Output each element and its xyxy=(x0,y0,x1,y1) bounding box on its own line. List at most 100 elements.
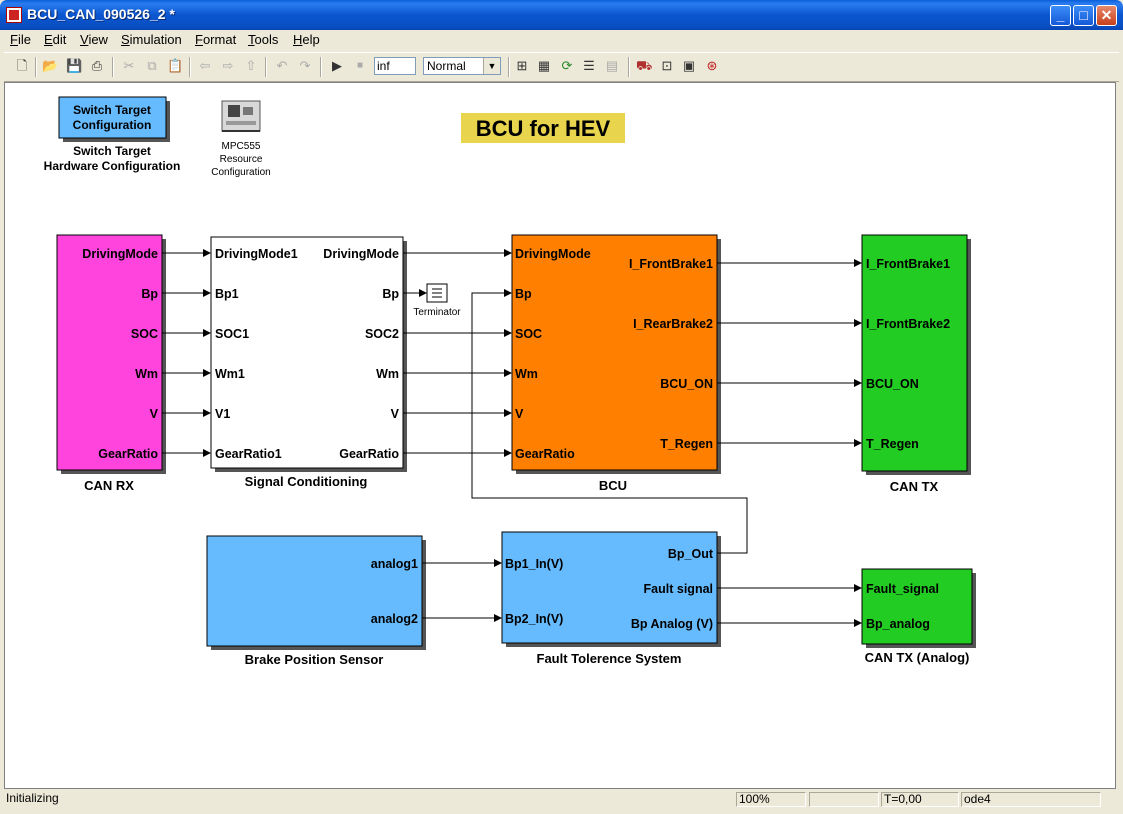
can-rx-out-v: V xyxy=(150,407,159,421)
window-title: BCU_CAN_090526_2 * xyxy=(27,6,175,22)
bcu-out-bcu-on: BCU_ON xyxy=(660,377,713,391)
sc-in-bp1: Bp1 xyxy=(215,287,239,301)
terminator-label: Terminator xyxy=(413,307,461,318)
status-empty-field xyxy=(809,792,879,807)
sc-in-soc1: SOC1 xyxy=(215,327,249,341)
bcu-block[interactable]: DrivingMode Bp SOC Wm V GearRatio I_Fron… xyxy=(511,234,721,474)
mpc555-caption-line1: MPC555 xyxy=(222,141,261,152)
can-rx-out-drivingmode: DrivingMode xyxy=(82,247,158,261)
status-bar: Initializing 100% T=0,00 ode4 xyxy=(4,790,1119,810)
menu-view[interactable]: View xyxy=(80,32,108,47)
minimize-button[interactable]: _ xyxy=(1050,5,1071,26)
fts-in-bp2: Bp2_In(V) xyxy=(505,612,563,626)
can-rx-out-gearratio: GearRatio xyxy=(98,447,158,461)
model-canvas[interactable]: Switch Target Configuration Switch Targe… xyxy=(4,82,1116,789)
simulation-mode-value: Normal xyxy=(427,59,466,73)
menu-tools[interactable]: Tools xyxy=(248,32,278,47)
can-tx-in-bcu-on: BCU_ON xyxy=(866,377,919,391)
zoom-level: 100% xyxy=(736,792,806,807)
fault-tolerance-block[interactable]: Bp1_In(V) Bp2_In(V) Bp_Out Fault signal … xyxy=(501,531,721,647)
chevron-down-icon: ▼ xyxy=(483,58,500,74)
can-tx-in-t-regen: T_Regen xyxy=(866,437,919,451)
fts-out-bp-out: Bp_Out xyxy=(668,547,714,561)
sc-in-gearratio1: GearRatio1 xyxy=(215,447,282,461)
bps-out-analog2: analog2 xyxy=(371,612,418,626)
signal-conditioning-block[interactable]: DrivingMode1 Bp1 SOC1 Wm1 V1 GearRatio1 … xyxy=(210,236,407,472)
switch-target-caption-line1: Switch Target xyxy=(73,144,151,158)
forward-icon[interactable]: ⇨ xyxy=(220,58,236,74)
terminator-block[interactable] xyxy=(426,283,448,303)
paste-icon[interactable]: 📋 xyxy=(167,58,183,74)
solver-name: ode4 xyxy=(961,792,1101,807)
bcu-label: BCU xyxy=(599,478,627,493)
can-tx-analog-in-fault-signal: Fault_signal xyxy=(866,582,939,596)
stop-time-input[interactable] xyxy=(374,57,416,75)
can-tx-analog-block[interactable]: Fault_signal Bp_analog xyxy=(861,568,976,648)
stop-icon[interactable]: ■ xyxy=(352,58,368,74)
model-explorer-icon[interactable]: ▤ xyxy=(604,58,620,74)
mpc555-caption-line2: Resource xyxy=(220,154,263,165)
can-tx-analog-in-bp-analog: Bp_analog xyxy=(866,617,930,631)
bps-out-analog1: analog1 xyxy=(371,557,418,571)
debugger-icon[interactable]: ⛟ xyxy=(636,58,652,74)
brake-position-sensor-block[interactable]: analog1 analog2 xyxy=(206,535,426,650)
bcu-in-soc: SOC xyxy=(515,327,542,341)
switch-target-block[interactable]: Switch Target Configuration xyxy=(58,96,170,142)
maximize-button[interactable]: □ xyxy=(1073,5,1094,26)
open-icon[interactable]: 📂 xyxy=(42,58,58,74)
sc-out-v: V xyxy=(391,407,400,421)
bcu-in-drivingmode: DrivingMode xyxy=(515,247,591,261)
bcu-in-wm: Wm xyxy=(515,367,538,381)
title-bar[interactable]: BCU_CAN_090526_2 * _ □ ✕ xyxy=(0,0,1123,30)
fixed-point-icon[interactable]: ⊛ xyxy=(704,58,720,74)
copy-icon[interactable]: ⧉ xyxy=(144,58,160,74)
status-message: Initializing xyxy=(6,791,59,805)
update-diagram-icon[interactable]: ⟳ xyxy=(559,58,575,74)
undo-icon[interactable]: ↶ xyxy=(274,58,290,74)
menu-simulation[interactable]: Simulation xyxy=(121,32,182,47)
can-rx-block[interactable]: DrivingMode Bp SOC Wm V GearRatio xyxy=(56,234,166,474)
incremental-build-icon[interactable]: ▦ xyxy=(536,58,552,74)
simulation-mode-select[interactable]: Normal ▼ xyxy=(423,57,501,75)
can-rx-out-soc: SOC xyxy=(131,327,158,341)
can-tx-in-i-frontbrake2: I_FrontBrake2 xyxy=(866,317,950,331)
bcu-in-bp: Bp xyxy=(515,287,532,301)
sc-out-bp: Bp xyxy=(382,287,399,301)
fts-out-bp-analog: Bp Analog (V) xyxy=(631,617,713,631)
brake-position-sensor-label: Brake Position Sensor xyxy=(245,652,384,667)
save-icon[interactable]: 💾 xyxy=(66,58,82,74)
new-icon[interactable]: 🗋 xyxy=(14,58,30,74)
model-advisor-icon[interactable]: ⊡ xyxy=(659,58,675,74)
can-tx-block[interactable]: I_FrontBrake1 I_FrontBrake2 BCU_ON T_Reg… xyxy=(861,234,971,475)
sc-out-gearratio: GearRatio xyxy=(339,447,399,461)
back-icon[interactable]: ⇦ xyxy=(197,58,213,74)
redo-icon[interactable]: ↷ xyxy=(297,58,313,74)
simulink-app-icon xyxy=(6,7,22,23)
bcu-out-i-rearbrake2: I_RearBrake2 xyxy=(633,317,713,331)
close-button[interactable]: ✕ xyxy=(1096,5,1117,26)
menu-format[interactable]: Format xyxy=(195,32,236,47)
library-browser-icon[interactable]: ☰ xyxy=(581,58,597,74)
build-icon[interactable]: ⊞ xyxy=(514,58,530,74)
print-icon[interactable]: ⎙ xyxy=(89,58,105,74)
start-icon[interactable]: ▶ xyxy=(329,58,345,74)
menu-edit[interactable]: Edit xyxy=(44,32,66,47)
simulation-time: T=0,00 xyxy=(881,792,959,807)
mpc555-board-icon[interactable] xyxy=(221,100,261,132)
bcu-in-gearratio: GearRatio xyxy=(515,447,575,461)
sc-out-wm: Wm xyxy=(376,367,399,381)
report-icon[interactable]: ▣ xyxy=(681,58,697,74)
can-tx-analog-label: CAN TX (Analog) xyxy=(865,650,970,665)
toolbar: 🗋 📂 💾 ⎙ ✂ ⧉ 📋 ⇦ ⇨ ⇧ ↶ ↷ ▶ ■ Normal ▼ ⊞ ▦… xyxy=(4,52,1119,82)
can-tx-label: CAN TX xyxy=(890,479,939,494)
cut-icon[interactable]: ✂ xyxy=(121,58,137,74)
sc-in-v1: V1 xyxy=(215,407,230,421)
up-icon[interactable]: ⇧ xyxy=(243,58,259,74)
switch-target-caption-line2: Hardware Configuration xyxy=(44,159,181,173)
menu-file[interactable]: File xyxy=(10,32,31,47)
can-rx-out-wm: Wm xyxy=(135,367,158,381)
menu-help[interactable]: Help xyxy=(293,32,320,47)
block-diagram: Switch Target Configuration Switch Targe… xyxy=(44,96,976,667)
sc-in-drivingmode1: DrivingMode1 xyxy=(215,247,298,261)
fault-tolerance-label: Fault Tolerence System xyxy=(537,651,682,666)
